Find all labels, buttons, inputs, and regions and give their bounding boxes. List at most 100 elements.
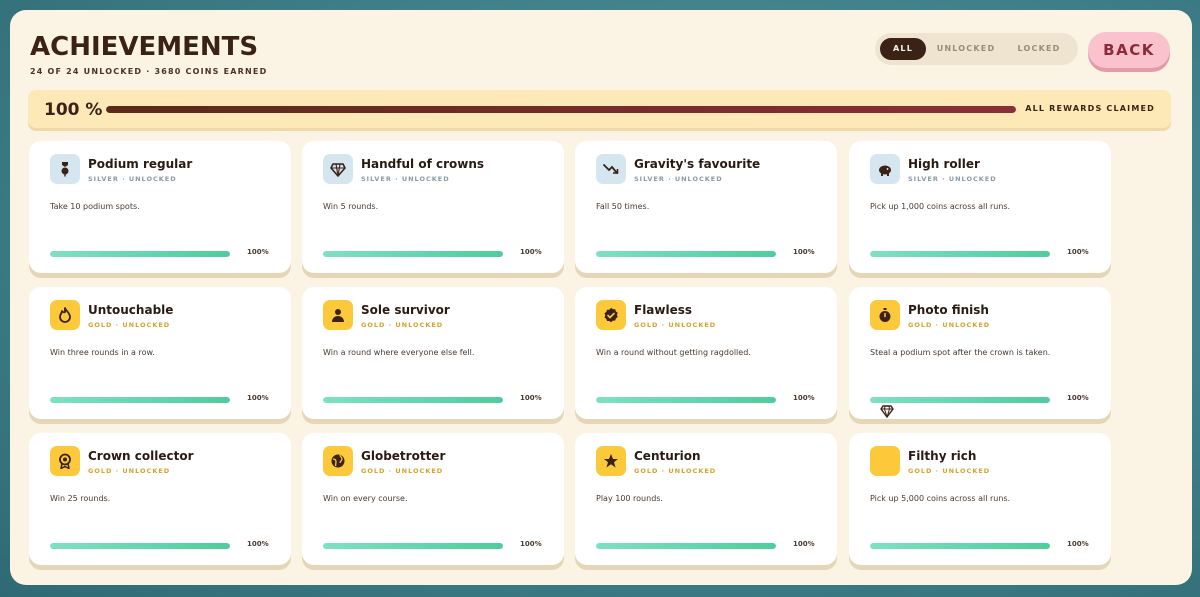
achievement-card[interactable]: Filthy rich GOLD · UNLOCKED Pick up 5,000 … [849,433,1111,565]
achievement-progress-track [323,251,503,257]
overall-progress-track [106,106,1016,113]
achievement-description: Steal a podium spot after the crown is t… [870,348,1051,357]
achievement-progress-fill [596,543,776,549]
achievement-name: Handful of crowns [361,157,485,171]
achievement-tier: GOLD · UNLOCKED [361,321,444,329]
star-icon [596,446,626,476]
achievement-description: Win on every course. [323,494,408,503]
achievement-tier: GOLD · UNLOCKED [634,321,717,329]
achievement-progress-fill [596,251,776,257]
rewards-status: ALL REWARDS CLAIMED [1025,104,1155,113]
achievement-description: Pick up 1,000 coins across all runs. [870,202,1011,211]
achievement-progress-track [323,397,503,403]
person-icon [323,300,353,330]
achievement-card[interactable]: Untouchable GOLD · UNLOCKED Win three roun… [29,287,291,419]
achievement-progress-track [596,543,776,549]
piggy-bank-icon [870,154,900,184]
page-title: ACHIEVEMENTS [30,32,259,62]
achievement-progress-track [870,251,1050,257]
achievement-card[interactable]: Podium regular SILVER · UNLOCKED Take 10 p… [29,141,291,273]
trend-down-icon [596,154,626,184]
achievement-description: Win a round without getting ragdolled. [596,348,751,357]
achievement-percent: 100% [1067,540,1089,548]
back-button[interactable]: BACK [1088,32,1170,68]
achievement-name: Centurion [634,449,701,463]
unlock-summary: 24 OF 24 UNLOCKED · 3680 COINS EARNED [30,67,268,76]
achievement-tier: SILVER · UNLOCKED [908,175,997,183]
achievement-name: Untouchable [88,303,174,317]
tab-unlocked[interactable]: UNLOCKED [930,38,1002,60]
achievement-progress-track [596,251,776,257]
tab-all[interactable]: ALL [880,38,926,60]
achievement-name: Podium regular [88,157,193,171]
globe-icon [323,446,353,476]
achievement-tier: SILVER · UNLOCKED [88,175,177,183]
achievement-progress-track [870,397,1050,403]
achievement-progress-fill [323,251,503,257]
achievement-tier: GOLD · UNLOCKED [361,467,444,475]
overall-progress: 100 % ALL REWARDS CLAIMED [28,90,1171,128]
achievement-tier: GOLD · UNLOCKED [88,467,171,475]
achievement-progress-track [870,543,1050,549]
achievement-tier: GOLD · UNLOCKED [908,467,991,475]
achievement-description: Win a round where everyone else fell. [323,348,475,357]
achievement-card[interactable]: High roller SILVER · UNLOCKED Pick up 1,00… [849,141,1111,273]
achievement-progress-fill [50,251,230,257]
flame-icon [50,300,80,330]
achievement-name: Flawless [634,303,693,317]
achievement-progress-fill [870,397,1050,403]
achievement-description: Fall 50 times. [596,202,650,211]
achievement-progress-fill [596,397,776,403]
achievement-description: Pick up 5,000 coins across all runs. [870,494,1011,503]
achievement-progress-fill [870,251,1050,257]
gem-icon [323,154,353,184]
achievement-name: Crown collector [88,449,194,463]
overall-percent: 100 % [44,100,103,120]
verified-check-icon [596,300,626,330]
achievement-tier: SILVER · UNLOCKED [634,175,723,183]
achievement-percent: 100% [1067,394,1089,402]
achievement-tier: GOLD · UNLOCKED [908,321,991,329]
achievement-name: Filthy rich [908,449,977,463]
stopwatch-icon [870,300,900,330]
achievement-progress-fill [323,397,503,403]
achievement-progress-fill [50,397,230,403]
achievement-description: Win 5 rounds. [323,202,379,211]
achievement-progress-fill [870,543,1050,549]
achievement-progress-track [323,543,503,549]
achievement-description: Win 25 rounds. [50,494,111,503]
achievement-percent: 100% [520,540,542,548]
achievement-name: Globetrotter [361,449,446,463]
achievement-card[interactable]: Handful of crowns SILVER · UNLOCKED Win 5 … [302,141,564,273]
achievement-card[interactable]: Flawless GOLD · UNLOCKED Win a round witho… [575,287,837,419]
achievement-card[interactable]: Centurion GOLD · UNLOCKED Play 100 rounds.… [575,433,837,565]
achievement-tier: SILVER · UNLOCKED [361,175,450,183]
achievement-progress-track [50,397,230,403]
achievement-card[interactable]: Crown collector GOLD · UNLOCKED Win 25 rou… [29,433,291,565]
achievement-description: Play 100 rounds. [596,494,663,503]
blank-badge-icon [870,446,900,476]
achievements-panel: ACHIEVEMENTS 24 OF 24 UNLOCKED · 3680 CO… [10,10,1192,585]
achievement-progress-track [596,397,776,403]
achievement-percent: 100% [793,248,815,256]
achievement-percent: 100% [793,540,815,548]
gem-cursor-icon [880,405,894,418]
achievement-percent: 100% [247,394,269,402]
achievement-card[interactable]: Gravity's favourite SILVER · UNLOCKED Fall… [575,141,837,273]
achievement-percent: 100% [520,248,542,256]
achievement-name: Photo finish [908,303,989,317]
overall-progress-fill [106,106,1016,113]
achievement-percent: 100% [520,394,542,402]
achievement-card[interactable]: Globetrotter GOLD · UNLOCKED Win on every … [302,433,564,565]
achievement-description: Take 10 podium spots. [50,202,140,211]
ribbon-award-icon [50,446,80,476]
tab-locked[interactable]: LOCKED [1006,38,1072,60]
achievement-percent: 100% [793,394,815,402]
achievement-card[interactable]: Sole survivor GOLD · UNLOCKED Win a round … [302,287,564,419]
achievement-description: Win three rounds in a row. [50,348,155,357]
achievement-card[interactable]: Photo finish GOLD · UNLOCKED Steal a podiu… [849,287,1111,419]
achievement-percent: 100% [1067,248,1089,256]
achievement-progress-track [50,543,230,549]
medal-icon [50,154,80,184]
achievement-name: Gravity's favourite [634,157,761,171]
